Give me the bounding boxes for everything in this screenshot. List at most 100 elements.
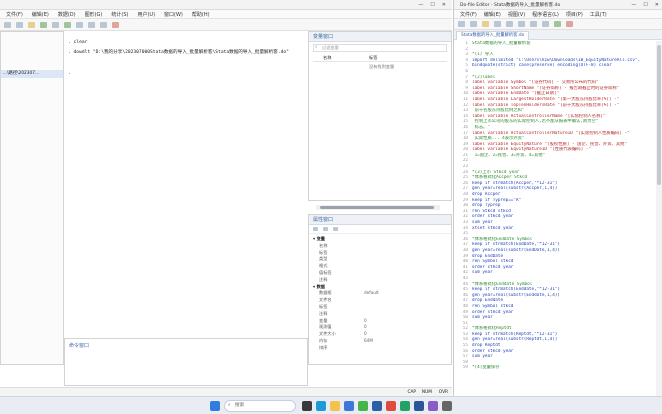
- properties-data-row[interactable]: 注释: [309, 311, 451, 318]
- properties-key: 标签: [319, 249, 328, 255]
- code-line[interactable]: 59 *(4)变量保存: [454, 365, 656, 371]
- do-copy-icon[interactable]: [530, 21, 537, 27]
- properties-var-row[interactable]: 标签: [309, 250, 451, 257]
- variables-col-name[interactable]: 名称: [323, 54, 331, 62]
- do-minimize-icon[interactable]: —: [631, 2, 636, 8]
- do-editor-window: Do-file Editor - Stata数据的导入_批量解析客.do — ☐…: [453, 0, 662, 396]
- do-editor-vscroll-thumb[interactable]: [657, 45, 661, 185]
- minimize-icon[interactable]: —: [418, 2, 423, 8]
- main-menubar: 文件(F) 编辑(E) 数据(D) 图形(G) 统计(S) 用户(U) 窗口(W) 帮助(H): [0, 10, 452, 19]
- explorer-icon[interactable]: [330, 401, 340, 411]
- properties-var-row[interactable]: 类型: [309, 256, 451, 263]
- do-menu-item[interactable]: 文件(F): [460, 11, 477, 18]
- properties-data-row[interactable]: 内存 64M: [309, 338, 451, 345]
- save-icon[interactable]: [16, 21, 23, 28]
- edge-icon[interactable]: [316, 401, 326, 411]
- code-text: 前十名股东持股比例之和": [472, 108, 525, 114]
- do-open-icon[interactable]: [470, 21, 477, 27]
- do-maximize-icon[interactable]: ☐: [643, 2, 647, 8]
- code-text: 1=国企、2=民营、3=外资、4=其他": [472, 152, 546, 158]
- print-icon[interactable]: [28, 21, 35, 28]
- properties-var-row[interactable]: 注释: [309, 277, 451, 284]
- viewer-icon[interactable]: [40, 21, 47, 28]
- do-editor-icon[interactable]: [64, 21, 71, 28]
- properties-key: 名称: [319, 242, 328, 248]
- open-icon[interactable]: [4, 21, 11, 28]
- do-menu-item[interactable]: 程序语言(L): [532, 11, 559, 18]
- properties-var-row[interactable]: 名称: [309, 243, 451, 250]
- taskview-icon[interactable]: [302, 401, 312, 411]
- chrome-icon[interactable]: [386, 401, 396, 411]
- variables-col-label[interactable]: 标签: [369, 54, 377, 62]
- command-pane[interactable]: 命令窗口: [64, 338, 308, 386]
- do-new-icon[interactable]: [458, 21, 465, 27]
- main-menu-item[interactable]: 文件(F): [6, 11, 23, 18]
- do-run-icon[interactable]: [554, 21, 561, 27]
- properties-data-row[interactable]: 文件名: [309, 297, 451, 304]
- do-editor-tab[interactable]: Stata数据的导入_批量解析客.do: [456, 31, 530, 40]
- lock-icon[interactable]: [313, 227, 318, 231]
- word-icon[interactable]: [414, 401, 424, 411]
- do-menu-item[interactable]: 视图(V): [508, 11, 525, 18]
- do-menu-item[interactable]: 编辑(E): [484, 11, 501, 18]
- properties-data-row[interactable]: 标签: [309, 304, 451, 311]
- code-text: ren Stkcd stkcd: [472, 208, 511, 214]
- code-text: *体系格式化Enddate Symbol: [472, 281, 533, 287]
- history-path[interactable]: ...\路径\202307...: [1, 70, 63, 78]
- search-icon: ⌕: [315, 45, 318, 50]
- variables-filter[interactable]: ⌕ 过滤变量: [313, 44, 447, 52]
- do-find-icon[interactable]: [506, 21, 513, 27]
- do-paste-icon[interactable]: [542, 21, 549, 27]
- properties-key: 格式: [319, 263, 328, 269]
- code-text: order stkcd year: [472, 309, 514, 315]
- properties-toolbar: [309, 225, 451, 234]
- properties-value: 0: [364, 324, 367, 330]
- code-text: *(3)上市 Stkcd year: [472, 169, 520, 175]
- properties-data-row[interactable]: 文件大小 0: [309, 331, 451, 338]
- store-icon[interactable]: [344, 401, 354, 411]
- main-menu-item[interactable]: 帮助(H): [192, 11, 210, 18]
- main-menu-item[interactable]: 窗口(W): [164, 11, 183, 18]
- data-browser-icon[interactable]: [88, 21, 95, 28]
- code-text: sum year: [472, 270, 493, 276]
- do-editor-toolbar: [454, 19, 662, 30]
- forward-icon[interactable]: [333, 227, 338, 231]
- do-menu-item[interactable]: 工具(T): [590, 11, 607, 18]
- do-print-icon[interactable]: [494, 21, 501, 27]
- back-icon[interactable]: [323, 227, 328, 231]
- properties-var-row[interactable]: 值标签: [309, 270, 451, 277]
- taskbar-search[interactable]: ⌕ 搜索: [224, 400, 296, 412]
- properties-var-row[interactable]: 格式: [309, 263, 451, 270]
- do-save-icon[interactable]: [482, 21, 489, 27]
- break-icon[interactable]: [112, 21, 119, 28]
- excel-icon[interactable]: [400, 401, 410, 411]
- graph-icon[interactable]: [52, 21, 59, 28]
- code-text: order stkcd year: [472, 264, 514, 270]
- command-pane-title: 命令窗口: [69, 343, 90, 349]
- do-cut-icon[interactable]: [518, 21, 525, 27]
- app-icon[interactable]: [428, 401, 438, 411]
- do-execute-icon[interactable]: [566, 21, 573, 27]
- main-scrollbar[interactable]: [316, 205, 440, 210]
- properties-data-row[interactable]: 排序: [309, 345, 451, 352]
- main-menu-item[interactable]: 图形(G): [85, 11, 103, 18]
- do-close-icon[interactable]: ✕: [655, 2, 659, 8]
- data-editor-icon[interactable]: [76, 21, 83, 28]
- main-menu-item[interactable]: 用户(U): [137, 11, 155, 18]
- maximize-icon[interactable]: ☐: [430, 2, 434, 8]
- start-icon[interactable]: [210, 401, 220, 411]
- stata-taskbar-icon[interactable]: [372, 401, 382, 411]
- do-editor-code[interactable]: 1 Stata数据的导入_批量解析客 2 3 *(1) 导入 4 import delimi…: [454, 41, 656, 396]
- wechat-icon[interactable]: [358, 401, 368, 411]
- do-menu-item[interactable]: 项目(P): [566, 11, 583, 18]
- properties-key: 注释: [319, 310, 328, 316]
- do-editor-vscroll[interactable]: [656, 41, 662, 396]
- main-menu-item[interactable]: 数据(D): [58, 11, 76, 18]
- main-scrollbar-thumb[interactable]: [320, 206, 434, 209]
- main-menu-item[interactable]: 编辑(E): [32, 11, 49, 18]
- properties-section-vars[interactable]: ▾ 变量: [309, 236, 451, 243]
- main-menu-item[interactable]: 统计(S): [111, 11, 128, 18]
- close-icon[interactable]: ✕: [442, 2, 446, 8]
- settings-taskbar-icon[interactable]: [442, 401, 452, 411]
- variables-manager-icon[interactable]: [100, 21, 107, 28]
